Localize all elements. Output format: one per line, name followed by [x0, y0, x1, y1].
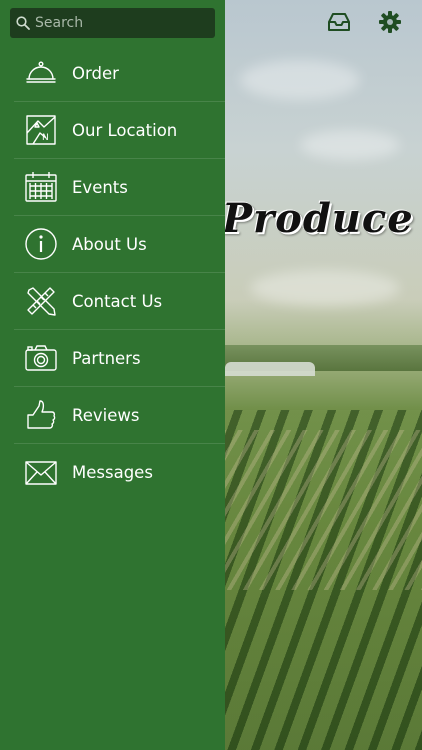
envelope-icon: [25, 460, 57, 485]
app-title: Produce: [222, 195, 414, 242]
map-icon: N: [26, 115, 56, 145]
search-input[interactable]: [35, 15, 205, 31]
side-drawer: Order N Our Location: [0, 0, 225, 750]
thumbs-up-icon: [27, 400, 56, 429]
menu-item-reviews[interactable]: Reviews: [14, 387, 225, 444]
menu-item-label: Events: [72, 177, 128, 197]
menu-item-label: Contact Us: [72, 291, 163, 311]
gear-icon[interactable]: [377, 10, 403, 34]
svg-text:N: N: [42, 133, 49, 143]
pencil-ruler-icon: [27, 287, 56, 316]
menu-item-label: About Us: [72, 234, 147, 254]
drawer-menu: Order N Our Location Events About Us Con…: [0, 45, 225, 501]
cloche-icon: [26, 61, 56, 83]
menu-item-about-us[interactable]: About Us: [14, 216, 225, 273]
greenhouse: [225, 362, 315, 376]
search-bar[interactable]: [10, 8, 215, 38]
inbox-icon[interactable]: [326, 10, 352, 34]
info-icon: [25, 228, 57, 260]
search-icon: [16, 16, 30, 30]
calendar-icon: [25, 172, 57, 202]
menu-item-partners[interactable]: Partners: [14, 330, 225, 387]
menu-item-label: Messages: [72, 463, 153, 482]
menu-item-messages[interactable]: Messages: [14, 444, 225, 501]
menu-item-label: Partners: [72, 348, 141, 368]
menu-item-label: Reviews: [72, 405, 140, 425]
menu-item-events[interactable]: Events: [14, 159, 225, 216]
camera-icon: [25, 345, 57, 371]
menu-item-contact-us[interactable]: Contact Us: [14, 273, 225, 330]
menu-item-label: Our Location: [72, 120, 178, 140]
menu-item-our-location[interactable]: N Our Location: [14, 102, 225, 159]
menu-item-label: Order: [72, 63, 119, 83]
menu-item-order[interactable]: Order: [14, 45, 225, 102]
